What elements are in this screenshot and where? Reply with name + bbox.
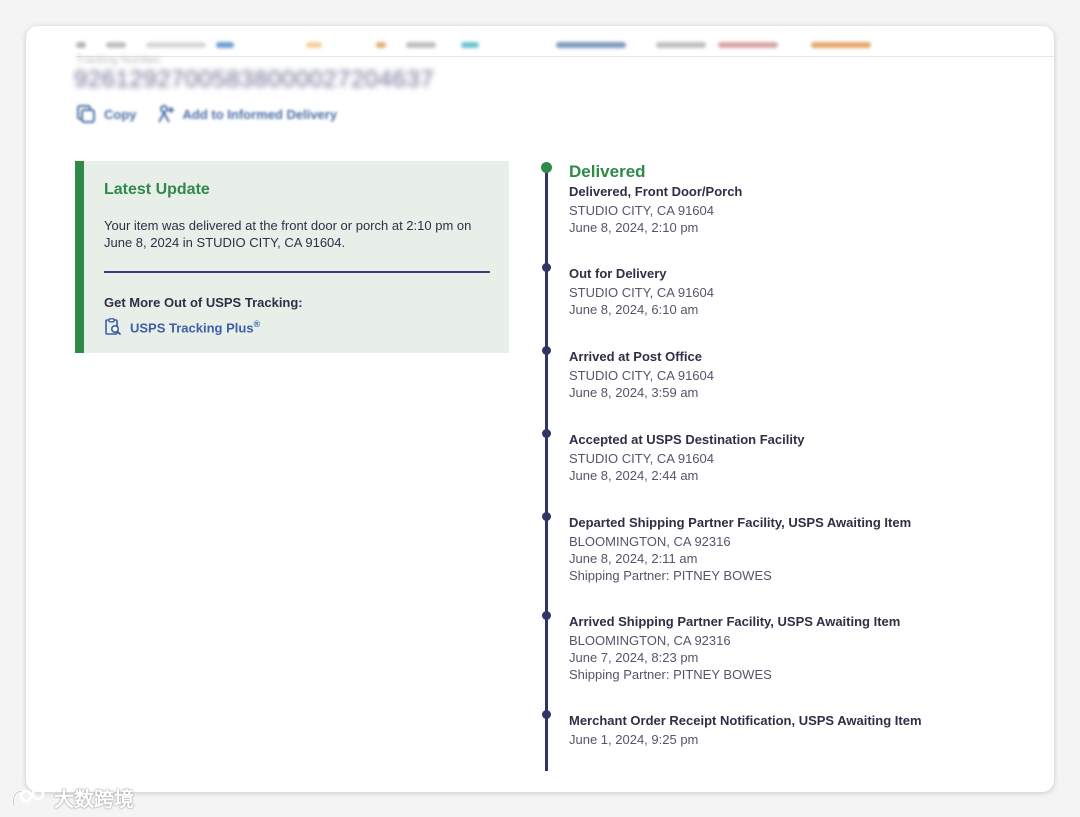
event-status: Accepted at USPS Destination Facility [569,432,805,447]
timeline-dot [542,263,551,272]
timeline-dot [542,346,551,355]
tracking-plus-label: USPS Tracking Plus [130,320,254,336]
event-partner: Shipping Partner: PITNEY BOWES [569,568,772,583]
timeline-line [545,167,548,771]
copy-label: Copy [104,106,137,122]
event-datetime: June 8, 2024, 2:10 pm [569,220,699,235]
blurred-top-toolbar [76,36,1054,57]
timeline-dot [542,710,551,719]
panel-divider [104,271,490,273]
event-status: Arrived Shipping Partner Facility, USPS … [569,614,901,629]
timeline-dot [542,429,551,438]
event-datetime: June 7, 2024, 8:23 pm [569,650,699,665]
timeline-event: Arrived Shipping Partner Facility, USPS … [542,611,1019,683]
timeline-dot-delivered [541,162,552,173]
tracking-actions: Copy Add to Informed Delivery [76,104,337,124]
timeline-event: Arrived at Post Office STUDIO CITY, CA 9… [542,346,1019,401]
watermark-logo-icon [12,787,45,806]
event-status: Departed Shipping Partner Facility, USPS… [569,515,912,530]
watermark-text: 大数跨境 [54,789,134,811]
latest-update-panel: Latest Update Your item was delivered at… [75,161,509,353]
tracking-number-label: Tracking Number: [76,54,164,66]
event-status: Delivered [569,162,646,181]
informed-delivery-icon [157,105,174,123]
timeline-event: Departed Shipping Partner Facility, USPS… [542,512,1019,584]
timeline-dot [542,611,551,620]
event-detail: Delivered, Front Door/Porch [569,184,743,199]
timeline-event: Merchant Order Receipt Notification, USP… [542,710,1019,748]
latest-update-title: Latest Update [104,181,210,198]
timeline-event-delivered: Delivered Delivered, Front Door/Porch ST… [541,162,1019,236]
event-status: Merchant Order Receipt Notification, USP… [569,713,922,728]
copy-button[interactable]: Copy [76,104,137,124]
tracking-history-timeline: Delivered Delivered, Front Door/Porch ST… [541,159,1022,792]
timeline-event: Accepted at USPS Destination Facility ST… [542,429,1019,484]
more-tracking-label: Get More Out of USPS Tracking: [104,295,303,310]
event-datetime: June 1, 2024, 9:25 pm [569,732,699,747]
event-location: BLOOMINGTON, CA 92316 [569,633,731,648]
tracking-plus-icon [105,318,122,336]
event-location: STUDIO CITY, CA 91604 [569,285,714,300]
event-location: STUDIO CITY, CA 91604 [569,203,714,218]
timeline-event: Out for Delivery STUDIO CITY, CA 91604 J… [542,263,1019,318]
event-datetime: June 8, 2024, 6:10 am [569,302,699,317]
event-location: BLOOMINGTON, CA 92316 [569,534,731,549]
informed-delivery-label: Add to Informed Delivery [182,106,338,122]
tracking-number: 9261292700583800002720463​7 [74,66,435,93]
event-location: STUDIO CITY, CA 91604 [569,451,714,466]
event-datetime: June 8, 2024, 2:44 am [569,468,699,483]
event-status: Arrived at Post Office [569,349,702,364]
registered-mark: ® [253,318,261,329]
usps-tracking-plus-link[interactable]: USPS Tracking Plus® [104,318,489,336]
event-status: Out for Delivery [569,266,667,281]
copy-icon [77,105,95,123]
add-to-informed-delivery-button[interactable]: Add to Informed Delivery [157,105,338,123]
latest-update-summary: Your item was delivered at the front doo… [104,218,472,250]
watermark: 大数跨境 [10,783,134,812]
tracking-card: Tracking Number: 92612927005838000027204… [26,26,1054,792]
event-datetime: June 8, 2024, 3:59 am [569,385,699,400]
event-partner: Shipping Partner: PITNEY BOWES [569,667,772,682]
event-datetime: June 8, 2024, 2:11 am [569,551,698,566]
event-location: STUDIO CITY, CA 91604 [569,368,714,383]
timeline-dot [542,512,551,521]
